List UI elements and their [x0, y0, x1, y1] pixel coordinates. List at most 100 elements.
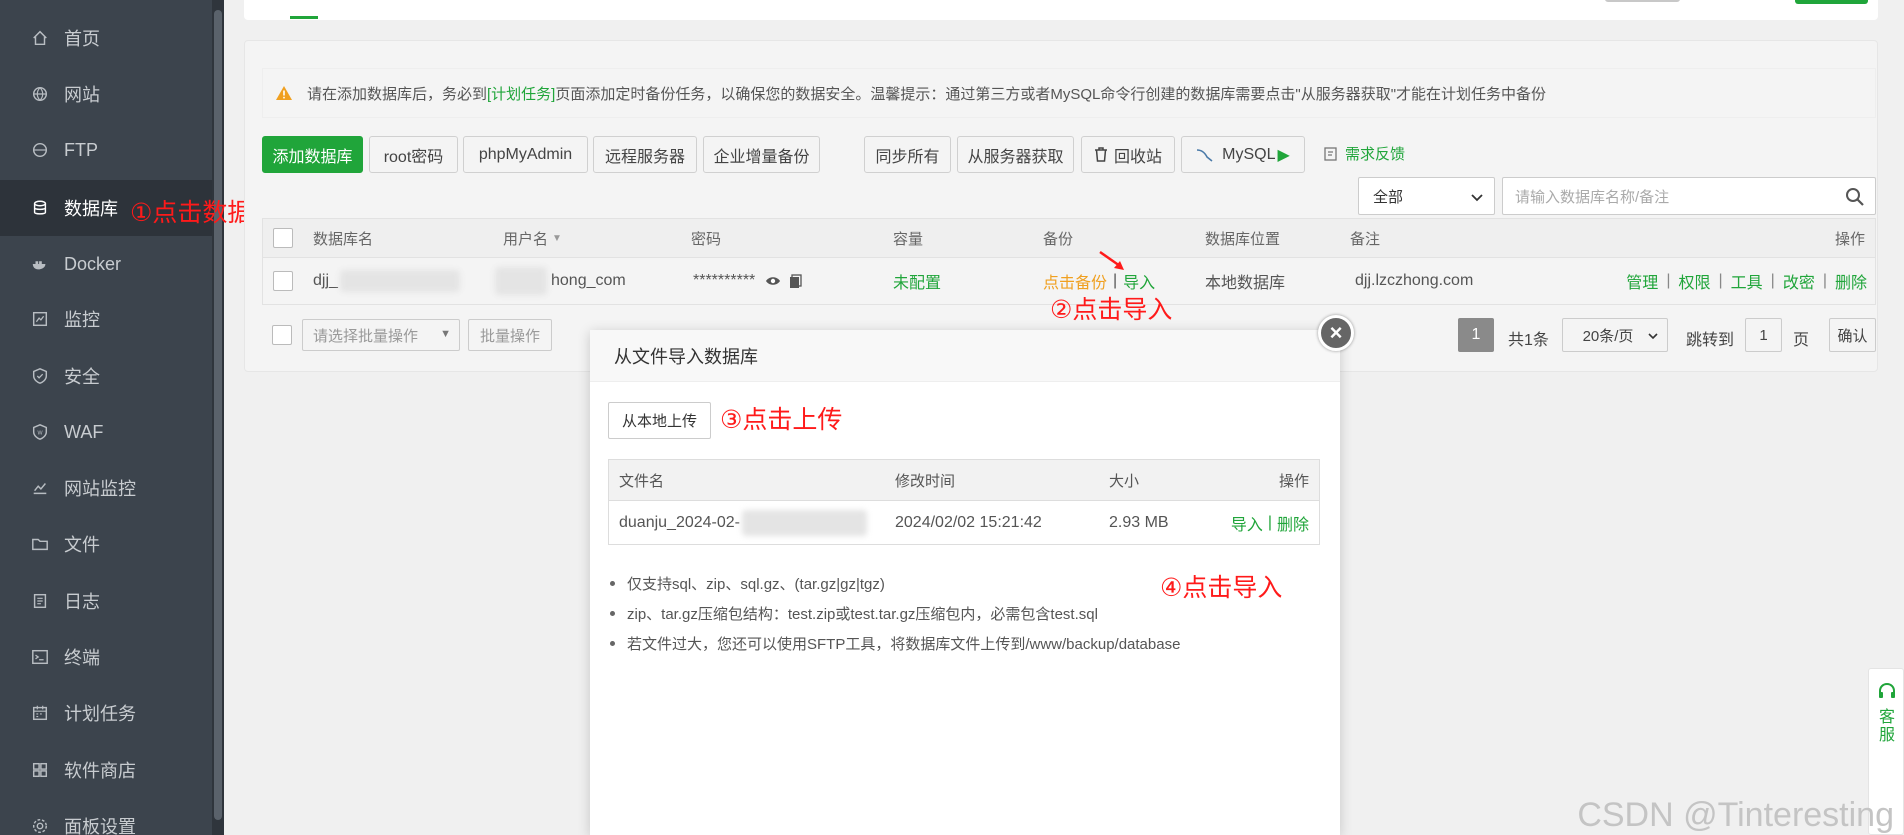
header-filename: 文件名 [619, 472, 665, 490]
notice-text-before: 请在添加数据库后，务必到 [307, 85, 488, 103]
file-table-header: 文件名 修改时间 大小 操作 [608, 459, 1320, 501]
sort-icon: ▼ [552, 232, 562, 244]
copy-icon[interactable] [789, 273, 802, 289]
pager-confirm-button[interactable]: 确认 [1829, 318, 1876, 352]
sidebar-item-cron[interactable]: 计划任务 [0, 685, 212, 741]
eye-icon[interactable] [765, 275, 781, 287]
home-icon [30, 28, 50, 48]
feedback-link[interactable]: 需求反馈 [1324, 143, 1405, 164]
mysql-button[interactable]: MySQL ▶ [1181, 136, 1305, 173]
sidebar-item-monitor[interactable]: 监控 [0, 291, 212, 347]
headset-icon [1878, 683, 1896, 699]
top-control[interactable] [1605, 0, 1680, 2]
database-search-input[interactable]: 请输入数据库名称/备注 [1502, 177, 1876, 215]
root-password-button[interactable]: root密码 [369, 136, 458, 173]
header-mtime: 修改时间 [895, 472, 956, 490]
file-mtime: 2024/02/02 15:21:42 [895, 513, 1042, 531]
sidebar-item-security[interactable]: 安全 [0, 348, 212, 404]
batch-select-checkbox[interactable] [272, 325, 292, 345]
sidebar-item-ftp[interactable]: FTP [0, 122, 212, 178]
recycle-bin-button[interactable]: 回收站 [1081, 136, 1175, 173]
store-icon [30, 760, 50, 780]
fetch-from-server-button[interactable]: 从服务器获取 [957, 136, 1074, 173]
notice-cron-link[interactable]: [计划任务] [487, 83, 555, 104]
redacted-text [742, 509, 867, 536]
sidebar-item-label: 安全 [64, 367, 100, 387]
database-filter-select[interactable]: 全部 [1358, 177, 1495, 215]
tip-item: zip、tar.gz压缩包结构：test.zip或test.tar.gz压缩包内… [610, 598, 1180, 628]
pager-current-page[interactable]: 1 [1458, 318, 1494, 352]
chart-icon [30, 478, 50, 498]
sidebar-scrollbar-thumb[interactable] [214, 10, 222, 820]
change-password-link[interactable]: 改密 [1783, 269, 1815, 293]
per-page-value: 20条/页 [1582, 327, 1634, 345]
file-import-link[interactable]: 导入 [1231, 511, 1263, 535]
sidebar-item-label: 计划任务 [64, 704, 136, 724]
phpmyadmin-button[interactable]: phpMyAdmin [463, 136, 588, 173]
active-tab-indicator [290, 16, 318, 19]
row-note[interactable]: djj.lzczhong.com [1355, 258, 1473, 304]
redacted-text [495, 267, 547, 295]
sidebar-item-store[interactable]: 软件商店 [0, 742, 212, 798]
redacted-text [339, 270, 460, 292]
tools-link[interactable]: 工具 [1731, 269, 1763, 293]
recycle-bin-label: 回收站 [1113, 148, 1162, 166]
chevron-down-icon [1471, 194, 1483, 202]
backup-separator: | [1113, 272, 1118, 289]
sidebar-item-site-monitor[interactable]: 网站监控 [0, 460, 212, 516]
sidebar-item-label: 网站监控 [64, 479, 136, 499]
top-action-button[interactable] [1795, 0, 1868, 4]
sidebar-item-website[interactable]: 网站 [0, 66, 212, 122]
mysql-dolphin-icon [1196, 148, 1214, 162]
header-location: 数据库位置 [1205, 230, 1281, 248]
manage-link[interactable]: 管理 [1626, 269, 1658, 293]
svg-text:W: W [37, 431, 43, 437]
sidebar-item-waf[interactable]: W WAF [0, 404, 212, 460]
sidebar-scrollbar[interactable] [212, 0, 224, 835]
search-icon[interactable] [1845, 187, 1865, 207]
enterprise-backup-button[interactable]: 企业增量备份 [703, 136, 820, 173]
annotation-arrow [1099, 250, 1124, 270]
header-note: 备注 [1350, 230, 1381, 248]
sidebar-item-home[interactable]: 首页 [0, 10, 212, 66]
monitor-icon [30, 309, 50, 329]
sidebar-item-label: WAF [64, 421, 104, 442]
row-db-name-text: djj_ [313, 272, 338, 289]
sidebar-item-docker[interactable]: Docker [0, 236, 212, 292]
sidebar-item-settings[interactable]: 面板设置 [0, 798, 212, 835]
pager-jump-input[interactable]: 1 [1745, 318, 1782, 352]
header-name: 数据库名 [313, 230, 374, 248]
row-db-name[interactable]: djj_ [313, 258, 460, 304]
sidebar-item-terminal[interactable]: 终端 [0, 629, 212, 685]
row-checkbox[interactable] [273, 271, 293, 291]
log-icon [30, 591, 50, 611]
file-name: duanju_2024-02- [619, 501, 867, 544]
header-user[interactable]: 用户名 ▼ [503, 219, 562, 257]
sidebar-item-label: FTP [64, 139, 98, 160]
add-database-button[interactable]: 添加数据库 [262, 136, 363, 173]
caret-down-icon: ▼ [440, 328, 451, 340]
csdn-watermark: CSDN @Tinteresting [1577, 796, 1894, 834]
remote-server-button[interactable]: 远程服务器 [593, 136, 697, 173]
sidebar-item-logs[interactable]: 日志 [0, 573, 212, 629]
delete-link[interactable]: 删除 [1835, 269, 1867, 293]
batch-operation-select[interactable]: 请选择批量操作 ▼ [302, 319, 460, 351]
header-password: 密码 [691, 230, 722, 248]
file-ops-separator: | [1267, 513, 1272, 531]
header-user-label: 用户名 [503, 230, 549, 248]
table-row: duanju_2024-02- 2024/02/02 15:21:42 2.93… [608, 501, 1320, 545]
per-page-select[interactable]: 20条/页 [1562, 318, 1668, 352]
top-tab-panel [244, 0, 1878, 20]
row-capacity[interactable]: 未配置 [893, 258, 941, 304]
file-delete-link[interactable]: 删除 [1277, 511, 1309, 535]
tip-item: 仅支持sql、zip、sql.gz、(tar.gz|gz|tgz) [610, 568, 1180, 598]
select-all-checkbox[interactable] [273, 228, 293, 248]
play-icon: ▶ [1277, 146, 1290, 164]
sidebar-item-files[interactable]: 文件 [0, 516, 212, 572]
upload-local-button[interactable]: 从本地上传 [608, 402, 711, 439]
modal-close-button[interactable]: × [1318, 315, 1354, 351]
permission-link[interactable]: 权限 [1678, 269, 1710, 293]
warning-icon [276, 86, 292, 100]
sync-all-button[interactable]: 同步所有 [864, 136, 951, 173]
batch-operation-button[interactable]: 批量操作 [468, 319, 552, 351]
